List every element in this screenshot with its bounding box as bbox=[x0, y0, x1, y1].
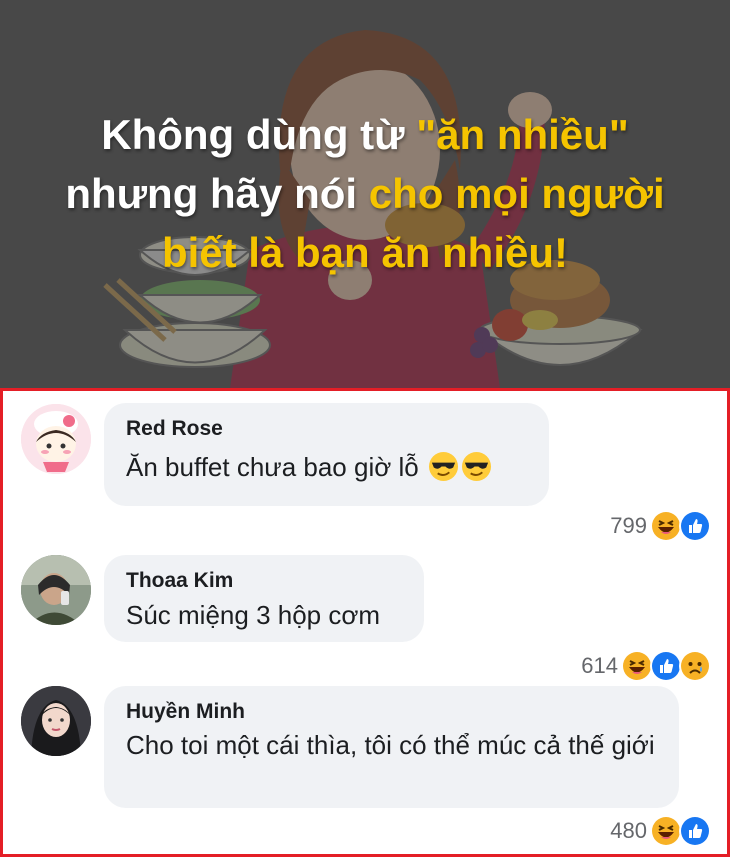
reaction-count: 480 bbox=[610, 818, 647, 843]
sunglasses-emoji-icon bbox=[428, 451, 458, 482]
reaction-summary[interactable]: 614 bbox=[581, 650, 711, 682]
haha-reaction-icon bbox=[650, 815, 682, 847]
like-reaction-icon bbox=[679, 510, 711, 542]
avatar-image bbox=[21, 404, 91, 474]
headline-highlight: cho mọi người bbox=[368, 170, 665, 217]
comment-text: Súc miệng 3 hộp cơm bbox=[126, 600, 381, 630]
comment-bubble: Red Rose Ăn buffet chưa bao giờ lỗ bbox=[104, 403, 549, 506]
like-reaction-icon bbox=[679, 815, 711, 847]
reaction-summary[interactable]: 799 bbox=[610, 510, 711, 542]
headline-line-2: nhưng hãy nói cho mọi người bbox=[65, 170, 665, 217]
meme-banner: Không dùng từ "ăn nhiều" nhưng hãy nói c… bbox=[0, 0, 730, 388]
reaction-count: 614 bbox=[581, 653, 618, 678]
headline-highlight: "ăn nhiều" bbox=[416, 111, 629, 158]
headline-line-3: biết là bạn ăn nhiều! bbox=[0, 223, 730, 282]
avatar-image bbox=[21, 555, 91, 625]
comment-text: Ăn buffet chưa bao giờ lỗ bbox=[126, 448, 527, 486]
reaction-summary[interactable]: 480 bbox=[610, 815, 711, 847]
headline: Không dùng từ "ăn nhiều" nhưng hãy nói c… bbox=[0, 105, 730, 282]
like-reaction-icon bbox=[650, 650, 682, 682]
comment-author[interactable]: Thoaa Kim bbox=[126, 568, 402, 594]
comment-bubble: Huyền Minh Cho toi một cái thìa, tôi có … bbox=[104, 686, 679, 808]
avatar[interactable] bbox=[21, 555, 91, 625]
avatar[interactable] bbox=[21, 404, 91, 474]
sunglasses-emoji-icon bbox=[461, 451, 491, 482]
comment-bubble: Thoaa Kim Súc miệng 3 hộp cơm bbox=[104, 555, 424, 642]
haha-reaction-icon bbox=[650, 510, 682, 542]
headline-highlight: biết là bạn ăn nhiều! bbox=[161, 229, 569, 276]
sad-reaction-icon bbox=[679, 650, 711, 682]
avatar-image bbox=[21, 686, 91, 756]
comments-panel: Red Rose Ăn buffet chưa bao giờ lỗ 799 T… bbox=[0, 388, 730, 857]
haha-reaction-icon bbox=[621, 650, 653, 682]
comment-text: Cho toi một cái thìa, tôi có thể múc cả … bbox=[126, 730, 655, 760]
reaction-count: 799 bbox=[610, 513, 647, 538]
avatar[interactable] bbox=[21, 686, 91, 756]
comment-author[interactable]: Huyền Minh bbox=[126, 699, 657, 725]
headline-line-1: Không dùng từ "ăn nhiều" bbox=[101, 111, 629, 158]
comment-author[interactable]: Red Rose bbox=[126, 416, 527, 442]
